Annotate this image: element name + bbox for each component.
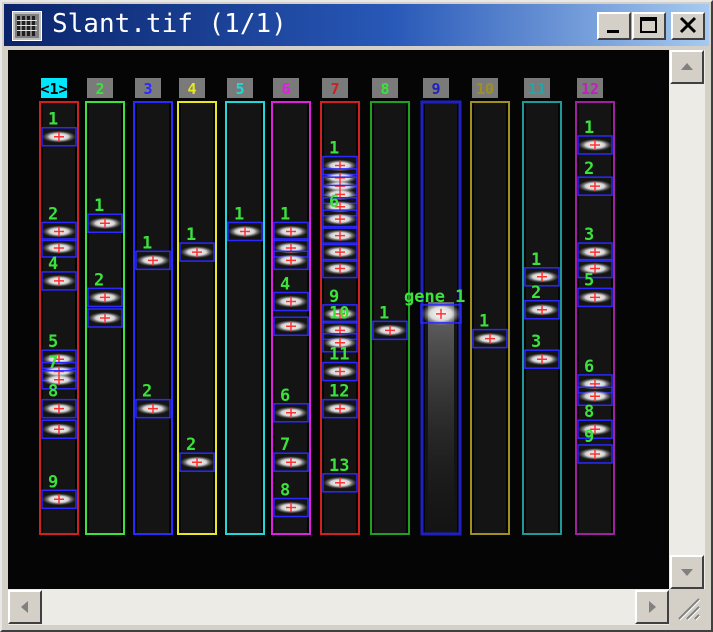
minimize-icon xyxy=(607,30,619,33)
lane-tag-label: 5 xyxy=(235,80,244,98)
band-label: 2 xyxy=(94,270,104,290)
lane-tag-label: 4 xyxy=(187,80,196,98)
arrow-down-icon xyxy=(681,569,693,576)
band-label: 13 xyxy=(329,456,349,476)
maximize-button[interactable] xyxy=(632,12,666,40)
scroll-up-button[interactable] xyxy=(670,50,704,84)
window-title: Slant.tif (1/1) xyxy=(52,9,287,39)
band-label: 1 xyxy=(479,312,489,332)
band-label: 6 xyxy=(584,357,594,377)
lane-smear xyxy=(428,302,454,532)
band-label: 12 xyxy=(329,382,349,402)
band-label: 1 xyxy=(379,303,389,323)
band-label: 5 xyxy=(584,270,594,290)
lane-tag-label: 3 xyxy=(143,80,152,98)
band-label: 2 xyxy=(48,204,58,224)
horizontal-scrollbar[interactable] xyxy=(8,589,669,625)
image-window: Slant.tif (1/1) <1> 1 2 4 5 7 8 9 2 1 2 … xyxy=(0,0,713,632)
close-button[interactable] xyxy=(671,12,705,40)
minimize-button[interactable] xyxy=(597,12,631,40)
resize-grip[interactable] xyxy=(669,589,705,625)
gel-image: <1>1245789212312412516146787169101112138… xyxy=(8,50,669,589)
band-label: 1 xyxy=(584,118,594,138)
lane-background xyxy=(229,102,261,534)
lane-12[interactable]: 121235689 xyxy=(575,78,615,535)
band-label: 3 xyxy=(584,225,594,245)
lane-11[interactable]: 11123 xyxy=(522,78,562,535)
band-label: 4 xyxy=(48,254,58,274)
band-label: 11 xyxy=(329,345,349,365)
band-label: 7 xyxy=(48,353,58,373)
band-label: 2 xyxy=(531,283,541,303)
band-label: 1 xyxy=(531,250,541,270)
close-icon xyxy=(679,16,697,34)
lane-tag-label: 10 xyxy=(476,80,494,98)
band-label: 1 xyxy=(329,139,339,159)
lane-tag-label: 12 xyxy=(581,80,599,98)
band-label: gene 1 xyxy=(404,287,465,307)
lane-background xyxy=(43,102,75,534)
lane-tag-label: <1> xyxy=(40,80,67,98)
band-label: 8 xyxy=(280,481,290,501)
band-label: 7 xyxy=(280,435,290,455)
lane-1[interactable]: <1> 1 2 4 57 8 9 xyxy=(39,78,79,535)
band-label: 1 xyxy=(186,225,196,245)
band-label: 2 xyxy=(142,382,152,402)
band-label: 8 xyxy=(584,402,594,422)
vertical-scrollbar[interactable] xyxy=(669,50,705,589)
band-label: 1 xyxy=(142,233,152,253)
lane-tag-label: 8 xyxy=(380,80,389,98)
scroll-down-button[interactable] xyxy=(670,555,704,589)
lane-7[interactable]: 716910111213 xyxy=(320,78,360,535)
band-label: 6 xyxy=(329,192,339,212)
title-bar[interactable]: Slant.tif (1/1) xyxy=(4,4,709,46)
band-label: 10 xyxy=(329,303,349,323)
lane-2[interactable]: 2 1 2 xyxy=(85,78,125,535)
lane-background xyxy=(526,102,558,534)
band-label: 6 xyxy=(280,386,290,406)
lane-background xyxy=(137,102,169,534)
arrow-up-icon xyxy=(681,63,693,70)
lane-tag-label: 7 xyxy=(330,80,339,98)
lane-tag-label: 11 xyxy=(528,80,546,98)
scroll-right-button[interactable] xyxy=(635,590,669,624)
band-label: 9 xyxy=(584,427,594,447)
band-label: 1 xyxy=(234,204,244,224)
maximize-icon xyxy=(640,17,657,33)
resize-grip-icon xyxy=(678,598,701,621)
lane-4[interactable]: 4 1 2 xyxy=(177,78,217,535)
band-label: 2 xyxy=(186,435,196,455)
lane-tag-label: 9 xyxy=(431,80,440,98)
lane-10[interactable]: 10 1 xyxy=(470,78,510,535)
arrow-left-icon xyxy=(21,601,28,613)
scroll-left-button[interactable] xyxy=(8,590,42,624)
band-label: 3 xyxy=(531,332,541,352)
band-label: 9 xyxy=(48,472,58,492)
band-label: 1 xyxy=(94,196,104,216)
band-label: 5 xyxy=(48,332,58,352)
lane-tag-label: 2 xyxy=(95,80,104,98)
band-label: 4 xyxy=(280,275,290,295)
lane-background xyxy=(275,102,307,534)
band-label: 2 xyxy=(584,159,594,179)
lane-background xyxy=(181,102,213,534)
lane-5[interactable]: 51 xyxy=(225,78,265,535)
arrow-right-icon xyxy=(649,601,656,613)
image-grid-icon[interactable] xyxy=(12,11,42,41)
lane-tag-label: 6 xyxy=(281,80,290,98)
band-label: 1 xyxy=(280,204,290,224)
lane-6[interactable]: 6 1 4 6 7 8 xyxy=(271,78,311,535)
band-label: 1 xyxy=(48,110,58,130)
lane-3[interactable]: 3 1 2 xyxy=(133,78,173,535)
gel-image-canvas[interactable]: <1> 1 2 4 5 7 8 9 2 1 2 3 1 2 4 1 2 5 1 6 1 4 6 7 8 7 1 6 9 10 11 12 13 8… xyxy=(8,50,669,589)
band-label: 8 xyxy=(48,382,58,402)
